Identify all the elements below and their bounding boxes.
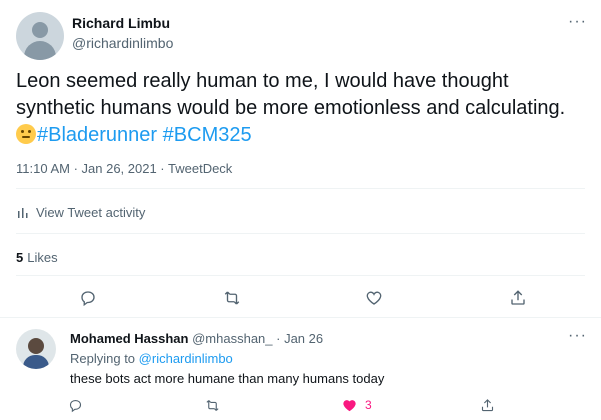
author-handle[interactable]: @richardinlimbo	[72, 35, 173, 51]
reply-tweet[interactable]: Mohamed Hasshan @mhasshan_ · Jan 26 ··· …	[0, 318, 601, 420]
share-icon	[481, 398, 494, 411]
heart-icon	[366, 291, 382, 305]
reply-author-name[interactable]: Mohamed Hasshan	[70, 331, 188, 346]
like-button[interactable]	[361, 285, 387, 311]
reply-icon	[81, 291, 95, 307]
reply-button[interactable]	[75, 285, 101, 311]
retweet-button[interactable]	[219, 285, 245, 311]
share-icon	[511, 290, 525, 305]
retweet-icon	[206, 399, 219, 411]
heart-filled-icon	[343, 399, 356, 411]
likes-count: 5	[16, 250, 24, 265]
like-button[interactable]: 3	[342, 394, 372, 416]
divider	[16, 275, 585, 276]
more-options-icon[interactable]: ···	[568, 13, 587, 31]
retweet-button[interactable]	[205, 394, 220, 416]
tweet-body: Leon seemed really human to me, I would …	[16, 70, 566, 119]
share-button[interactable]	[480, 394, 495, 416]
reply-actions: 3	[0, 394, 601, 416]
replying-label: Replying to	[70, 351, 136, 366]
tweet-text: Leon seemed really human to me, I would …	[16, 68, 586, 149]
avatar[interactable]	[16, 12, 64, 60]
author-name[interactable]: Richard Limbu	[72, 15, 170, 31]
reply-header: Mohamed Hasshan @mhasshan_ · Jan 26	[70, 331, 323, 346]
reply-button[interactable]	[68, 394, 83, 416]
more-options-icon[interactable]: ···	[568, 327, 587, 345]
likes-summary[interactable]: 5 Likes	[16, 250, 58, 265]
share-button[interactable]	[505, 285, 531, 311]
reply-text: these bots act more humane than many hum…	[70, 371, 385, 386]
view-tweet-activity-link[interactable]: View Tweet activity	[16, 205, 145, 220]
thinking-face-icon	[16, 124, 36, 144]
reply-date[interactable]: · Jan 26	[276, 331, 323, 346]
reply-icon	[69, 399, 82, 412]
hashtag-bcm325[interactable]: #BCM325	[163, 124, 252, 146]
activity-label: View Tweet activity	[36, 205, 146, 220]
tweet-actions	[0, 285, 601, 311]
main-tweet: Richard Limbu @richardinlimbo ··· Leon s…	[0, 0, 601, 318]
hashtag-bladerunner[interactable]: #Bladerunner	[37, 124, 157, 146]
likes-label: Likes	[27, 250, 58, 265]
reply-author-handle[interactable]: @mhasshan_	[192, 331, 272, 346]
bar-chart-icon	[18, 207, 28, 218]
replying-to: Replying to @richardinlimbo	[70, 351, 233, 366]
retweet-icon	[224, 291, 240, 305]
tweet-timestamp[interactable]: 11:10 AM · Jan 26, 2021 · TweetDeck	[16, 161, 232, 176]
avatar[interactable]	[16, 329, 56, 369]
like-count: 3	[365, 398, 372, 412]
divider	[16, 188, 585, 189]
divider	[16, 233, 585, 234]
replying-to-handle[interactable]: @richardinlimbo	[139, 351, 233, 366]
